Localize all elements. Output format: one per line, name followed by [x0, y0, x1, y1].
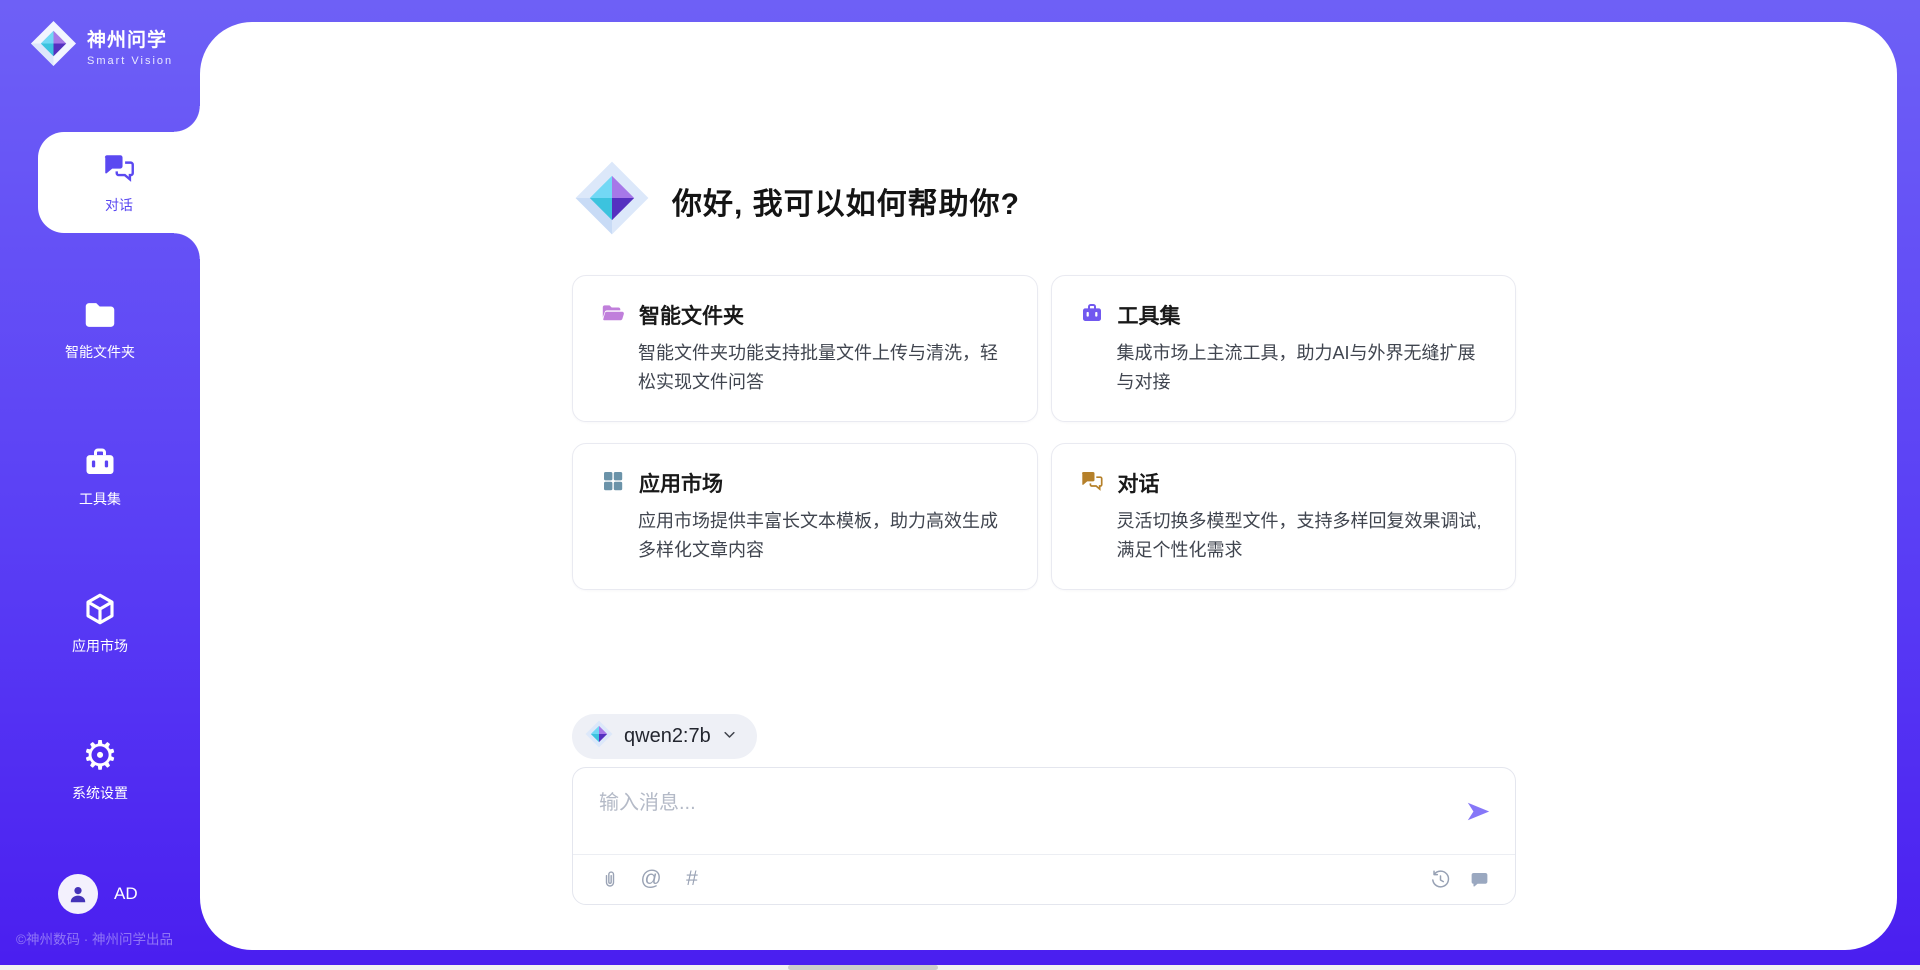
card-description: 智能文件夹功能支持批量文件上传与清洗，轻松实现文件问答	[638, 339, 1009, 397]
folder-icon	[82, 297, 118, 333]
app-background: 神州问学 Smart Vision 对话 智能文件夹	[0, 0, 1920, 970]
sidebar-item-settings[interactable]: ⚙ 系统设置	[0, 720, 200, 821]
card-chat[interactable]: 对话 灵活切换多模型文件，支持多样回复效果调试, 满足个性化需求	[1051, 443, 1517, 590]
card-title: 应用市场	[639, 468, 723, 498]
send-button[interactable]	[1463, 796, 1493, 826]
sidebar-item-chat[interactable]: 对话	[38, 132, 200, 233]
card-app-market[interactable]: 应用市场 应用市场提供丰富长文本模板，助力高效生成多样化文章内容	[572, 443, 1038, 590]
greeting-row: 你好, 我可以如何帮助你?	[574, 160, 1020, 241]
sidebar-item-toolset[interactable]: 工具集	[0, 426, 200, 527]
model-name: qwen2:7b	[624, 725, 711, 748]
scrollbar-thumb[interactable]	[788, 965, 938, 970]
card-description: 集成市场上主流工具，助力AI与外界无缝扩展与对接	[1117, 339, 1488, 397]
mention-icon[interactable]: @	[639, 867, 663, 891]
card-smart-folder[interactable]: 智能文件夹 智能文件夹功能支持批量文件上传与清洗，轻松实现文件问答	[572, 275, 1038, 422]
chevron-down-icon	[722, 727, 737, 747]
attachment-icon[interactable]	[598, 867, 622, 891]
sidebar-item-label: 智能文件夹	[65, 342, 135, 362]
sidebar-item-label: 系统设置	[72, 783, 128, 803]
chat-bubble-icon[interactable]	[1467, 867, 1491, 891]
grid-icon	[601, 469, 625, 498]
history-icon[interactable]	[1428, 867, 1452, 891]
message-input[interactable]	[599, 786, 1419, 846]
feature-cards: 智能文件夹 智能文件夹功能支持批量文件上传与清洗，轻松实现文件问答 工具集 集成…	[572, 275, 1516, 590]
copyright-text: ©神州数码 · 神州问学出品	[16, 928, 196, 948]
model-diamond-icon	[585, 720, 613, 753]
card-title: 工具集	[1118, 300, 1181, 330]
card-description: 应用市场提供丰富长文本模板，助力高效生成多样化文章内容	[638, 507, 1009, 565]
sidebar-item-label: 对话	[105, 195, 133, 215]
avatar	[58, 874, 98, 914]
user-name: AD	[114, 884, 138, 904]
sidebar-item-label: 应用市场	[72, 636, 128, 656]
card-title: 智能文件夹	[639, 300, 744, 330]
model-selector[interactable]: qwen2:7b	[572, 714, 757, 759]
card-toolset[interactable]: 工具集 集成市场上主流工具，助力AI与外界无缝扩展与对接	[1051, 275, 1517, 422]
brand-subtitle: Smart Vision	[87, 55, 173, 67]
sidebar-item-label: 工具集	[79, 489, 121, 509]
brand-name: 神州问学	[87, 25, 173, 52]
message-composer: @ #	[572, 767, 1516, 905]
chat-icon	[101, 150, 137, 186]
chat-icon	[1080, 469, 1104, 498]
composer-tools-left: @ #	[598, 867, 704, 891]
brand-diamond-icon	[30, 20, 77, 72]
toolbox-icon	[82, 444, 118, 480]
composer-divider	[573, 854, 1515, 855]
horizontal-scrollbar[interactable]	[0, 965, 1920, 970]
sidebar-item-app-market[interactable]: 应用市场	[0, 573, 200, 674]
composer-tools-right	[1428, 867, 1491, 891]
brand-text: 神州问学 Smart Vision	[87, 25, 173, 67]
assistant-diamond-icon	[574, 160, 650, 241]
card-title: 对话	[1118, 468, 1160, 498]
greeting-title: 你好, 我可以如何帮助你?	[672, 179, 1020, 223]
sidebar: 神州问学 Smart Vision 对话 智能文件夹	[0, 0, 200, 970]
card-description: 灵活切换多模型文件，支持多样回复效果调试, 满足个性化需求	[1117, 507, 1488, 565]
briefcase-icon	[1080, 301, 1104, 330]
folder-open-icon	[601, 301, 625, 330]
cube-icon	[82, 591, 118, 627]
gear-icon: ⚙	[82, 738, 118, 774]
sidebar-item-smart-folder[interactable]: 智能文件夹	[0, 279, 200, 380]
brand-logo: 神州问学 Smart Vision	[30, 20, 173, 72]
hashtag-icon[interactable]: #	[680, 867, 704, 891]
user-profile[interactable]: AD	[58, 874, 138, 914]
